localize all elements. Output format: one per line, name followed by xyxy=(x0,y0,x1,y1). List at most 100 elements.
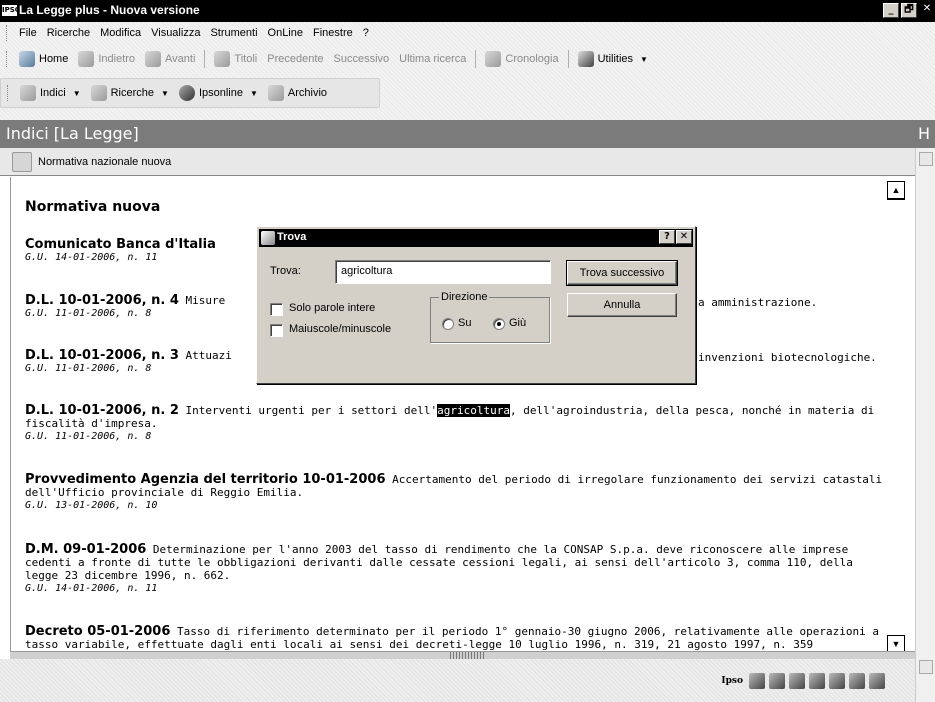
list-item[interactable]: D.L. 10-01-2006, n. 2 Interventi urgenti… xyxy=(25,404,885,443)
direction-up-radio[interactable] xyxy=(442,318,454,330)
tool-icon[interactable] xyxy=(749,673,765,689)
find-next-button[interactable]: Trova successivo xyxy=(566,260,678,286)
side-panel-header: H xyxy=(915,120,935,148)
last-search-label: Ultima ricerca xyxy=(399,53,467,65)
splitter-bar[interactable] xyxy=(10,651,915,659)
match-case-checkbox[interactable] xyxy=(270,324,283,337)
scroll-up-arrow-icon[interactable]: ▲ xyxy=(887,181,905,199)
match-case-label: Maiuscole/minuscole xyxy=(289,323,392,335)
searches-icon xyxy=(90,85,107,101)
list-item[interactable]: Provvedimento Agenzia del territorio 10-… xyxy=(25,473,885,512)
titles-label: Titoli xyxy=(234,53,258,65)
toolbar-grip[interactable] xyxy=(7,85,10,101)
entry-ref: D.L. 10-01-2006, n. 4 xyxy=(25,293,179,308)
back-button[interactable]: Indietro xyxy=(73,48,140,70)
window-controls: _ 🗗 ✕ xyxy=(883,3,935,19)
entry-gu: G.U. 13-01-2006, n. 10 xyxy=(25,500,158,511)
menu-visualizza[interactable]: Visualizza xyxy=(146,27,205,39)
entry-ref: D.L. 10-01-2006, n. 3 xyxy=(25,348,179,363)
menu-finestre[interactable]: Finestre xyxy=(308,27,358,39)
chevron-down-icon: ▼ xyxy=(640,54,648,64)
menu-strumenti[interactable]: Strumenti xyxy=(205,27,262,39)
home-button[interactable]: Home xyxy=(14,48,73,70)
tool-icon[interactable] xyxy=(849,673,865,689)
back-arrow-icon[interactable] xyxy=(12,151,32,172)
direction-group: Direzione Su Giù xyxy=(430,291,550,343)
forward-button[interactable]: Avanti xyxy=(140,48,200,70)
direction-down-radio[interactable] xyxy=(493,318,505,330)
chevron-down-icon: ▼ xyxy=(161,88,169,98)
entry-ref: D.L. 10-01-2006, n. 2 xyxy=(25,403,179,418)
cancel-button[interactable]: Annulla xyxy=(567,293,677,317)
next-button[interactable]: Successivo xyxy=(329,48,395,70)
tool-icon[interactable] xyxy=(829,673,845,689)
searches-label: Ricerche xyxy=(110,87,155,99)
menu-file[interactable]: File xyxy=(14,27,42,39)
chevron-down-icon: ▼ xyxy=(249,88,258,98)
toolbar-grip[interactable] xyxy=(6,51,9,67)
entry-ref: D.M. 09-01-2006 xyxy=(25,542,147,557)
dialog-title-bar[interactable]: Trova ? ✕ xyxy=(259,229,693,247)
status-icons: Ipso xyxy=(721,673,885,689)
breadcrumb: Normativa nazionale nuova xyxy=(0,148,915,176)
history-button[interactable]: Cronologia xyxy=(480,48,563,70)
menu-ricerche[interactable]: Ricerche xyxy=(42,27,95,39)
indexes-label: Indici xyxy=(40,87,66,99)
entry-desc-tail: a amministrazione. xyxy=(698,296,818,309)
status-bar: Ipso xyxy=(0,659,915,702)
previous-button[interactable]: Precedente xyxy=(262,48,328,70)
next-label: Successivo xyxy=(333,53,390,65)
menu-grip[interactable] xyxy=(6,25,9,41)
archive-label: Archivio xyxy=(287,87,328,99)
direction-up-label: Su xyxy=(458,317,472,329)
vertical-scrollbar[interactable]: ▲ ▼ xyxy=(887,177,905,653)
window-title: La Legge plus - Nuova versione xyxy=(19,3,200,17)
home-label: Home xyxy=(39,53,69,65)
minimize-button[interactable]: _ xyxy=(883,3,899,18)
close-button[interactable]: ✕ xyxy=(919,3,935,18)
scroll-thumb[interactable] xyxy=(887,199,905,211)
searches-menu[interactable]: Ricerche ▼ xyxy=(86,82,174,104)
tool-icon[interactable] xyxy=(869,673,885,689)
ipso-logo: Ipso xyxy=(721,676,743,686)
side-panel xyxy=(915,148,935,702)
entry-desc: Misure xyxy=(185,294,226,307)
titles-button[interactable]: Titoli xyxy=(209,48,262,70)
chevron-down-icon: ▼ xyxy=(72,88,81,98)
whole-words-label: Solo parole intere xyxy=(289,302,376,314)
list-item[interactable]: D.M. 09-01-2006 Determinazione per l'ann… xyxy=(25,543,885,595)
tool-icon[interactable] xyxy=(809,673,825,689)
direction-legend: Direzione xyxy=(439,291,490,303)
menu-help[interactable]: ? xyxy=(358,27,374,39)
forward-icon xyxy=(145,51,162,67)
archive-button[interactable]: Archivio xyxy=(263,82,332,104)
whole-words-checkbox[interactable] xyxy=(270,303,283,316)
entry-desc-tail: invenzioni biotecnologiche. xyxy=(698,351,877,364)
utilities-menu[interactable]: Utilities ▼ xyxy=(573,48,653,70)
find-dialog: Trova ? ✕ Trova: agricoltura Trova succe… xyxy=(256,226,696,384)
menu-modifica[interactable]: Modifica xyxy=(95,27,146,39)
breadcrumb-label: Normativa nazionale nuova xyxy=(38,155,172,168)
home-icon xyxy=(19,51,35,67)
app-chrome: File Ricerche Modifica Visualizza Strume… xyxy=(0,22,935,120)
splitter-grip[interactable] xyxy=(450,652,486,659)
side-scroll-down-button[interactable] xyxy=(919,660,933,674)
dialog-help-button[interactable]: ? xyxy=(659,230,675,244)
document-heading: Normativa nuova xyxy=(25,199,161,215)
back-icon xyxy=(78,51,95,67)
history-label: Cronologia xyxy=(505,53,559,65)
indexes-menu[interactable]: Indici ▼ xyxy=(15,82,86,104)
find-input[interactable]: agricoltura xyxy=(335,260,551,284)
entry-desc: Attuazi xyxy=(185,349,232,362)
toolbar-separator xyxy=(475,50,477,68)
ipsonline-menu[interactable]: Ipsonline ▼ xyxy=(174,82,263,104)
list-item[interactable]: Decreto 05-01-2006 Tasso di riferimento … xyxy=(25,625,885,651)
restore-button[interactable]: 🗗 xyxy=(901,3,917,18)
menu-online[interactable]: OnLine xyxy=(263,27,308,39)
tool-icon[interactable] xyxy=(769,673,785,689)
last-search-button[interactable]: Ultima ricerca xyxy=(394,48,471,70)
side-scroll-up-button[interactable] xyxy=(919,152,933,166)
tool-icon[interactable] xyxy=(789,673,805,689)
dialog-close-button[interactable]: ✕ xyxy=(676,230,692,244)
back-label: Indietro xyxy=(98,53,136,65)
